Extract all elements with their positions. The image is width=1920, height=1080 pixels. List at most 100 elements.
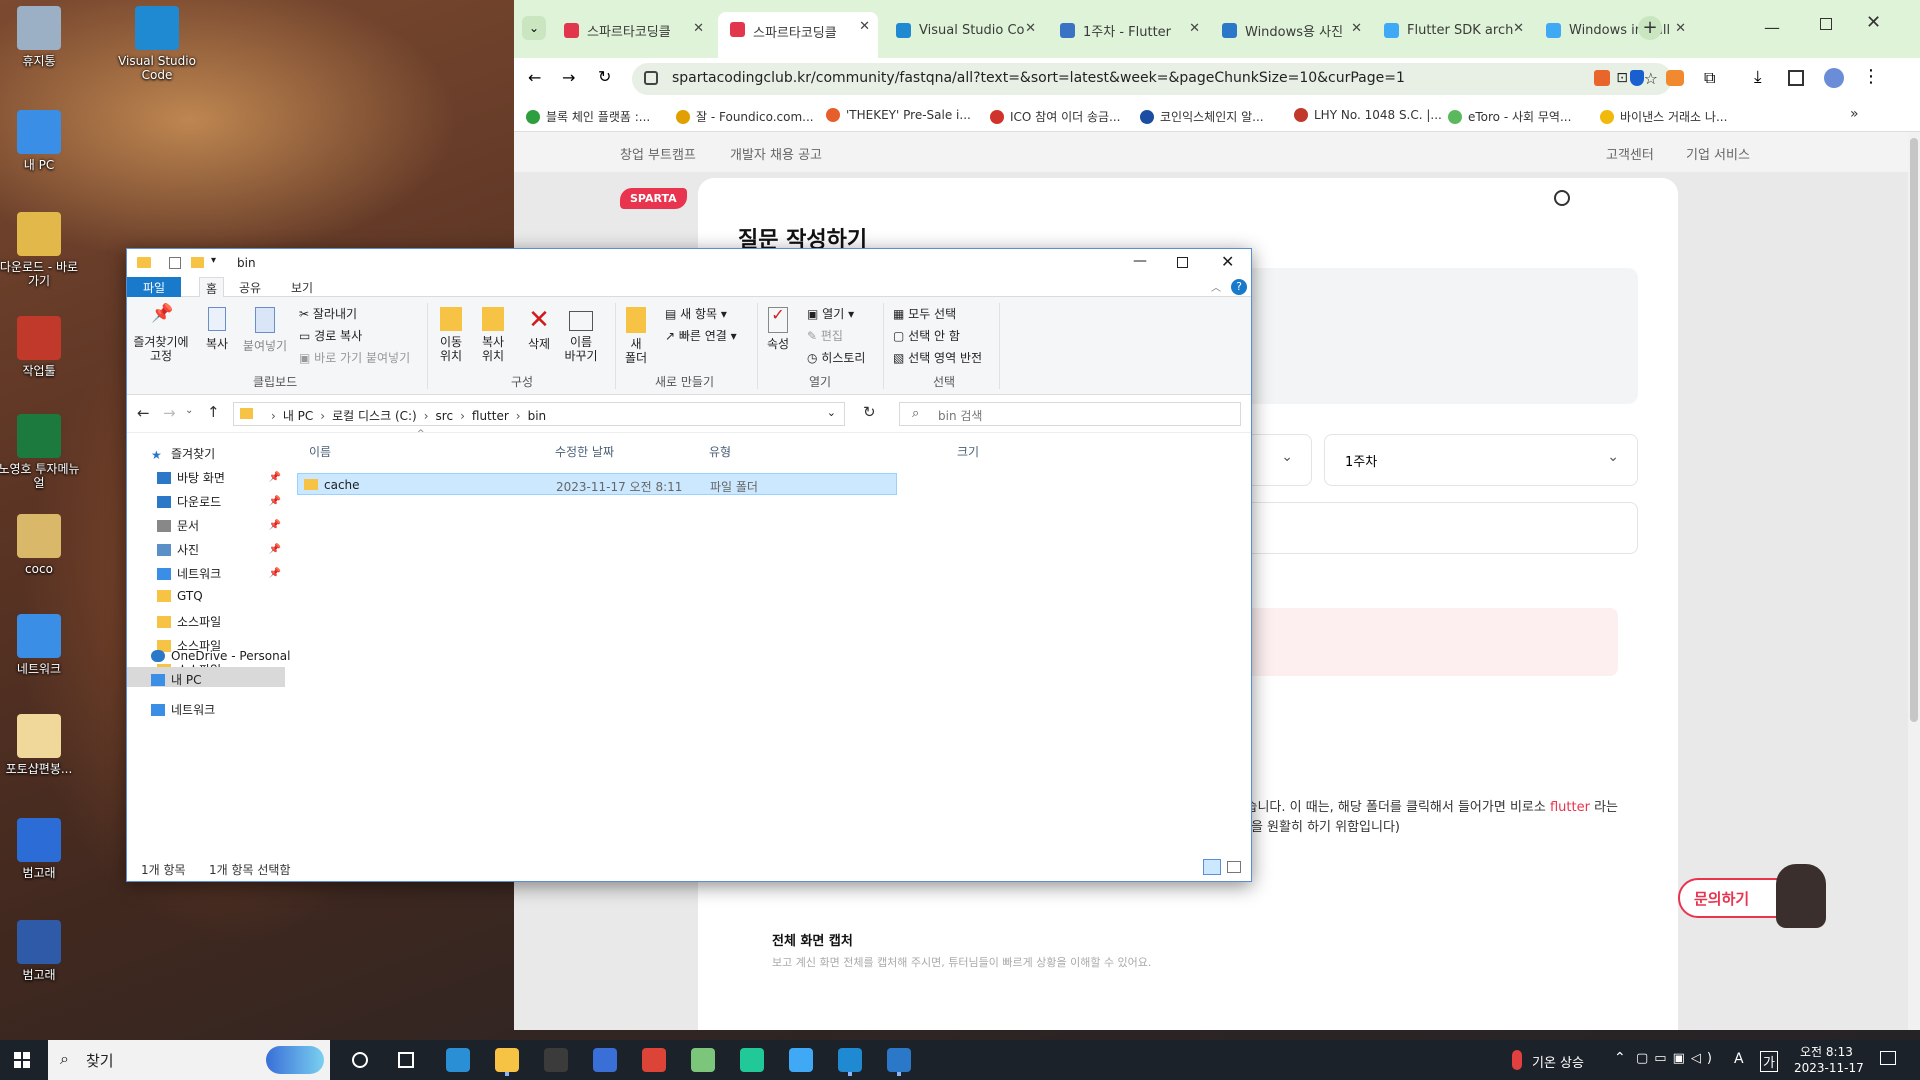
bookmark-item[interactable]: eToro - 사회 무역... <box>1448 108 1571 125</box>
breadcrumb-item[interactable]: bin <box>528 409 547 423</box>
kakaotalk-icon[interactable] <box>740 1048 764 1072</box>
copy-to-button[interactable]: 복사 위치 <box>475 307 511 363</box>
recent-locations-icon[interactable]: ⌄ <box>185 405 193 416</box>
quick-access-button[interactable]: ↗ 빠른 연결 ▾ <box>665 327 737 344</box>
address-bar[interactable]: spartacodingclub.kr/community/fastqna/al… <box>632 63 1672 95</box>
desktop-icon[interactable]: 네트워크 <box>0 614 84 676</box>
breadcrumb-item[interactable]: flutter <box>472 409 509 423</box>
nav-link-business[interactable]: 기업 서비스 <box>1686 144 1750 163</box>
nav-this-pc[interactable]: 내 PC <box>127 667 285 687</box>
rename-button[interactable]: 이름 바꾸기 <box>559 307 603 363</box>
reload-icon[interactable]: ↻ <box>598 67 611 86</box>
store-icon[interactable] <box>544 1048 568 1072</box>
select-all-button[interactable]: ▦ 모두 선택 <box>893 305 956 322</box>
tab-close-icon[interactable]: ✕ <box>859 19 870 34</box>
notification-icon[interactable] <box>1880 1051 1896 1065</box>
nav-link-support[interactable]: 고객센터 <box>1606 144 1654 163</box>
close-icon[interactable]: ✕ <box>1221 252 1234 271</box>
nav-item[interactable]: 소스파일 <box>157 613 285 630</box>
large-icons-view-icon[interactable] <box>1227 861 1241 873</box>
page-scrollbar[interactable] <box>1908 132 1920 1030</box>
bookmark-item[interactable]: 잘 - Foundico.com... <box>676 108 814 125</box>
collapse-ribbon-icon[interactable]: ︿ <box>1211 279 1221 294</box>
browser-tab[interactable]: 1주차 - Flutter ✕ <box>1048 14 1208 46</box>
nav-network[interactable]: 네트워크 <box>151 701 215 718</box>
taskbar-search[interactable]: ⌕ 찾기 <box>48 1040 330 1080</box>
desktop-icon[interactable]: 노영호 투자메뉴얼 <box>0 414 84 490</box>
cortana-icon[interactable] <box>352 1052 368 1068</box>
edge-icon[interactable] <box>446 1048 470 1072</box>
pin-icon[interactable]: 📌 <box>269 472 281 483</box>
bookmark-item[interactable]: 'THEKEY' Pre-Sale i... <box>826 108 971 122</box>
new-item-button[interactable]: ▤ 새 항목 ▾ <box>665 305 727 322</box>
week-select[interactable]: 1주차 ⌄ <box>1324 434 1638 486</box>
qa-dropdown-icon[interactable]: ▾ <box>211 255 216 266</box>
metamask-icon[interactable] <box>1666 70 1684 86</box>
desktop-icon[interactable]: 다운로드 - 바로 가기 <box>0 212 84 288</box>
app-icon[interactable] <box>887 1048 911 1072</box>
tray-icons[interactable]: ▢▭▣◁) <box>1636 1051 1718 1066</box>
calculator-icon[interactable] <box>789 1048 813 1072</box>
move-to-button[interactable]: 이동 위치 <box>433 307 469 363</box>
pin-icon[interactable]: 📌 <box>269 544 281 555</box>
desktop-icon[interactable]: 휴지통 <box>0 6 84 68</box>
tab-close-icon[interactable]: ✕ <box>1025 21 1036 36</box>
desktop-icon[interactable]: Visual Studio Code <box>112 6 202 82</box>
scroll-thumb[interactable] <box>1910 138 1918 722</box>
chrome-icon[interactable] <box>642 1048 666 1072</box>
desktop-icon[interactable]: 범고래 <box>0 920 84 982</box>
help-icon[interactable]: ? <box>1231 279 1247 295</box>
tab-close-icon[interactable]: ✕ <box>1189 21 1200 36</box>
nav-item[interactable]: 바탕 화면 📌 <box>157 469 285 486</box>
breadcrumb-separator-icon[interactable]: › <box>424 409 429 423</box>
tab-file[interactable]: 파일 <box>127 277 181 297</box>
nav-item[interactable]: 네트워크 📌 <box>157 565 285 582</box>
clock-date[interactable]: 2023-11-17 <box>1794 1061 1864 1075</box>
nav-onedrive[interactable]: OneDrive - Personal <box>151 649 290 663</box>
properties-button[interactable]: ✓ 속성 <box>763 307 793 352</box>
tab-close-icon[interactable]: ✕ <box>1513 21 1524 36</box>
photos-icon[interactable] <box>691 1048 715 1072</box>
forward-icon[interactable]: → <box>562 68 575 87</box>
new-tab-button[interactable]: + <box>1638 16 1662 40</box>
search-input[interactable]: ⌕ bin 검색 <box>899 402 1241 426</box>
bookmark-item[interactable]: 블록 체인 플랫폼 :... <box>526 108 650 125</box>
breadcrumb-item[interactable]: 내 PC <box>283 409 313 423</box>
tab-share[interactable]: 공유 <box>239 279 261 296</box>
open-button[interactable]: ▣ 열기 ▾ <box>807 305 854 322</box>
browser-tab[interactable]: 스파르타코딩클 ✕ <box>552 14 712 46</box>
ime-mode-icon[interactable]: 가 <box>1760 1051 1778 1072</box>
cut-button[interactable]: ✂ 잘라내기 <box>299 305 357 322</box>
address-dropdown-icon[interactable]: ⌄ <box>827 406 836 419</box>
pin-icon[interactable]: 📌 <box>269 496 281 507</box>
back-icon[interactable]: ← <box>528 68 541 87</box>
browser-tab[interactable]: Visual Studio Co ✕ <box>884 14 1044 46</box>
browser-tab[interactable]: 스파르타코딩클 ✕ <box>718 12 878 58</box>
sidepanel-icon[interactable] <box>1788 70 1804 86</box>
clock-time[interactable]: 오전 8:13 <box>1800 1043 1853 1060</box>
mail-icon[interactable] <box>593 1048 617 1072</box>
extensions-icon[interactable]: ⧉ <box>1704 68 1715 88</box>
desktop-icon[interactable]: coco <box>0 514 84 576</box>
tab-close-icon[interactable]: ✕ <box>693 21 704 36</box>
minimize-icon[interactable]: — <box>1133 253 1147 269</box>
browser-tab[interactable]: Windows용 사진 ✕ <box>1210 14 1370 46</box>
nav-quick-access[interactable]: ★ 즐겨찾기 <box>151 445 215 462</box>
select-none-button[interactable]: ▢ 선택 안 함 <box>893 327 960 344</box>
breadcrumb[interactable]: › 내 PC › 로컬 디스크 (C:) › src › flutter › bin ⌄ <box>233 402 845 426</box>
up-icon[interactable]: ↑ <box>207 403 220 421</box>
pin-quick-access-button[interactable]: 📌 즐겨찾기에 고정 <box>133 305 189 364</box>
start-button[interactable] <box>14 1052 30 1068</box>
bookmark-item[interactable]: LHY No. 1048 S.C. |... <box>1294 108 1442 122</box>
maximize-icon[interactable] <box>1820 18 1832 30</box>
column-date[interactable]: 수정한 날짜 <box>555 443 614 460</box>
task-view-icon[interactable] <box>398 1052 414 1068</box>
back-icon[interactable]: ← <box>137 404 150 422</box>
nav-item[interactable]: 다운로드 📌 <box>157 493 285 510</box>
download-icon[interactable]: ⤓ <box>1754 67 1762 87</box>
profile-avatar[interactable] <box>1824 68 1844 88</box>
nav-item[interactable]: GTQ <box>157 589 285 603</box>
tab-search-icon[interactable]: ⌄ <box>522 16 546 40</box>
weather-text[interactable]: 기온 상승 <box>1532 1052 1584 1071</box>
properties-qa-icon[interactable] <box>169 257 181 269</box>
